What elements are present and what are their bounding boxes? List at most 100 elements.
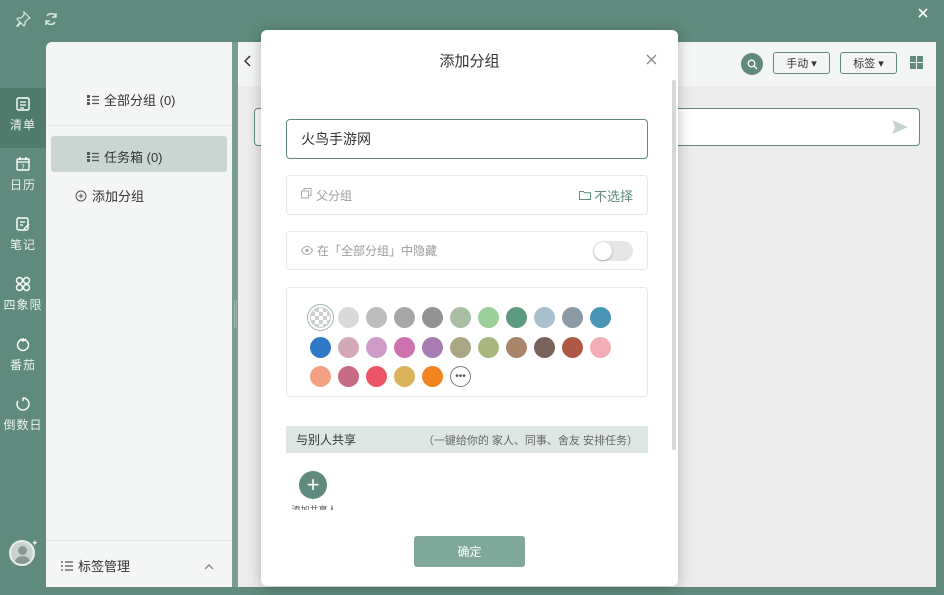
group-name-input[interactable]: 火鸟手游网 — [286, 119, 648, 159]
sort-dropdown[interactable]: 手动 ▾ — [773, 52, 830, 74]
nav-label: 清单 — [9, 118, 36, 132]
divider — [46, 125, 232, 126]
plus-icon: + — [306, 472, 320, 497]
color-swatch[interactable] — [422, 336, 443, 358]
color-swatch-none[interactable] — [310, 307, 331, 328]
copy-icon — [301, 188, 312, 202]
nav-label: 日历 — [9, 178, 36, 192]
folder-icon — [578, 188, 591, 203]
list-group-icon — [86, 150, 100, 164]
color-swatch[interactable] — [366, 307, 387, 328]
add-group-link[interactable]: 添加分组 — [46, 186, 232, 205]
sidebar-item-all-groups[interactable]: 全部分组 (0) — [46, 90, 232, 109]
caret-down-icon: ▾ — [811, 57, 817, 70]
parent-group-value: 不选择 — [593, 188, 633, 204]
group-sidebar: 全部分组 (0) 任务箱 (0) 添加分组 标签管理 — [46, 42, 232, 587]
share-hint: （一键给你的 家人、同事、舍友 安排任务） — [422, 434, 638, 447]
parent-group-label-wrap: 父分组 — [301, 187, 352, 204]
nav-item-countdown[interactable]: 倒数日 — [0, 388, 46, 448]
nav-label: 番茄 — [9, 358, 36, 372]
color-swatch[interactable] — [422, 366, 443, 387]
color-swatch[interactable] — [394, 366, 415, 387]
nav-label: 笔记 — [9, 238, 36, 252]
chevron-left-icon[interactable] — [243, 54, 252, 70]
color-swatch[interactable] — [478, 307, 499, 328]
sidebar-item-label: 任务箱 (0) — [104, 150, 163, 165]
color-swatch[interactable] — [590, 307, 611, 328]
chevron-up-icon — [204, 558, 214, 573]
add-group-label: 添加分组 — [92, 189, 145, 204]
sidebar-item-label: 全部分组 (0) — [104, 93, 176, 108]
sync-icon[interactable] — [42, 10, 60, 28]
svg-text:7: 7 — [21, 164, 25, 171]
close-icon[interactable] — [644, 52, 658, 66]
nav-item-notes[interactable]: 笔记 — [0, 208, 46, 268]
color-swatch[interactable] — [506, 307, 527, 328]
color-swatch[interactable] — [338, 307, 359, 328]
calendar-icon: 7 — [13, 154, 33, 174]
color-swatch[interactable] — [450, 336, 471, 358]
tag-dropdown[interactable]: 标签 ▾ — [840, 52, 897, 74]
caret-down-icon: ▾ — [878, 57, 884, 70]
tomato-icon — [13, 334, 33, 354]
color-swatch[interactable] — [366, 336, 387, 358]
hide-label-wrap: 在「全部分组」中隐藏 — [300, 242, 438, 259]
more-colors-icon[interactable]: ••• — [450, 366, 471, 387]
sidebar-item-inbox[interactable]: 任务箱 (0) — [46, 147, 232, 166]
nav-label: 四象限 — [3, 298, 43, 312]
dialog-scrollbar[interactable] — [672, 80, 676, 450]
parent-group-label: 父分组 — [316, 188, 353, 203]
toggle-knob — [594, 241, 612, 260]
quadrant-icon — [13, 274, 33, 294]
color-swatch[interactable] — [310, 336, 331, 358]
hide-label: 在「全部分组」中隐藏 — [317, 244, 438, 258]
eye-icon — [300, 244, 314, 258]
color-swatch[interactable] — [534, 307, 555, 328]
add-person-label: 添加共享人 — [291, 505, 337, 510]
nav-item-quadrant[interactable]: 四象限 — [0, 268, 46, 328]
color-swatch[interactable] — [394, 336, 415, 358]
color-swatch[interactable] — [310, 366, 331, 387]
grid-view-icon[interactable] — [910, 56, 923, 69]
window-close-icon[interactable] — [914, 4, 932, 22]
color-swatch[interactable] — [450, 307, 471, 328]
nav-item-calendar[interactable]: 7 日历 — [0, 148, 46, 208]
vip-badge-icon: ✦ — [31, 538, 39, 548]
plus-circle-icon — [74, 189, 88, 203]
share-section-header: 与别人共享 （一键给你的 家人、同事、舍友 安排任务） — [286, 426, 648, 453]
color-swatch[interactable] — [338, 366, 359, 387]
tag-label: 标签 — [853, 58, 876, 70]
add-group-dialog: 添加分组 火鸟手游网 父分组 不选择 在「全部分组」中隐藏 ••• 与别人共享 … — [261, 30, 678, 586]
parent-group-select[interactable]: 不选择 — [578, 186, 633, 205]
tag-manage-bar: 标签管理 — [46, 540, 232, 587]
color-swatch[interactable] — [590, 336, 611, 358]
tag-manage-button[interactable]: 标签管理 — [46, 556, 232, 575]
send-icon[interactable] — [891, 118, 909, 139]
color-swatch[interactable] — [534, 336, 555, 358]
share-label: 与别人共享 — [296, 433, 357, 447]
color-swatch[interactable] — [562, 307, 583, 328]
nav-item-list[interactable]: 清单 — [0, 88, 46, 148]
hide-in-all-row: 在「全部分组」中隐藏 — [286, 231, 648, 270]
nav-label: 倒数日 — [3, 418, 43, 432]
parent-group-field[interactable]: 父分组 不选择 — [286, 175, 648, 215]
nav-item-tomato[interactable]: 番茄 — [0, 328, 46, 388]
search-button[interactable] — [741, 53, 763, 75]
pin-icon[interactable] — [14, 10, 32, 28]
color-swatch[interactable] — [422, 307, 443, 328]
color-swatch[interactable] — [338, 336, 359, 358]
color-swatch[interactable] — [478, 336, 499, 358]
hide-toggle[interactable] — [593, 240, 633, 261]
confirm-button[interactable]: 确定 — [414, 536, 525, 567]
dialog-title: 添加分组 — [439, 53, 500, 70]
color-swatch[interactable] — [394, 307, 415, 328]
add-share-person-button[interactable]: + — [299, 471, 327, 499]
nav-rail: 清单 7 日历 笔记 四象限 番茄 倒数日 — [0, 88, 46, 448]
color-swatch[interactable] — [562, 336, 583, 358]
color-swatch[interactable] — [366, 366, 387, 387]
resize-handle[interactable] — [234, 300, 237, 328]
countdown-icon — [13, 394, 33, 414]
group-name-value: 火鸟手游网 — [301, 131, 371, 147]
note-icon — [13, 214, 33, 234]
color-swatch[interactable] — [506, 336, 527, 358]
